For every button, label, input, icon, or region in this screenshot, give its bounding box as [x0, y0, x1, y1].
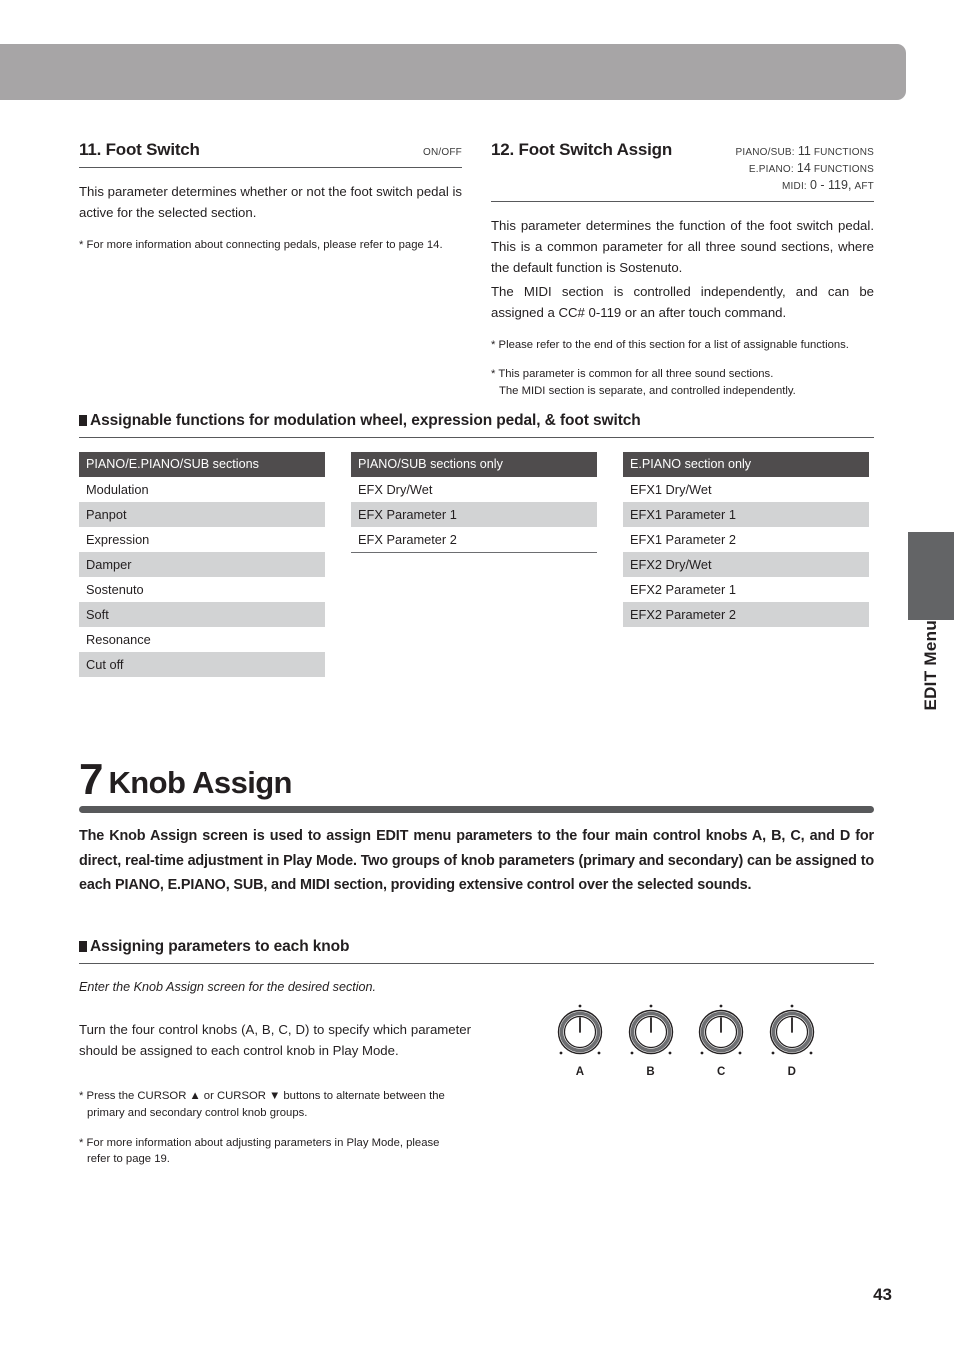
- knob-icon: [557, 1004, 603, 1055]
- knob-icon: [699, 1004, 744, 1055]
- bullet-square-icon: [79, 941, 87, 952]
- table-row: EFX2 Parameter 1: [630, 582, 736, 597]
- section-header: 11. Foot Switch ON/OFF: [79, 140, 462, 166]
- assignable-functions-heading: Assignable functions for modulation whee…: [79, 412, 874, 437]
- table-row: EFX Parameter 2: [358, 532, 457, 547]
- assigning-italic-line: Enter the Knob Assign screen for the des…: [79, 980, 377, 994]
- table-row: Resonance: [86, 632, 151, 647]
- range-unit: FUNCTIONS: [813, 163, 874, 175]
- chapter-name: Knob Assign: [108, 765, 292, 801]
- chapter-intro-paragraph: The Knob Assign screen is used to assign…: [79, 828, 874, 893]
- footnote-line-1: * For more information about adjusting p…: [79, 1136, 440, 1149]
- assigning-footnote-1: * Press the CURSOR ▲ or CURSOR ▼ buttons…: [79, 1088, 471, 1122]
- knob-label: C: [717, 1066, 726, 1078]
- assignable-functions-heading-text: Assignable functions for modulation whee…: [90, 412, 641, 429]
- section-footnote-2: * This parameter is common for all three…: [491, 366, 874, 400]
- range-line-piano-sub: PIANO/SUB: 11 FUNCTIONS: [736, 143, 875, 160]
- side-tab: EDIT Menu: [908, 620, 954, 800]
- document-page: 11. Foot Switch ON/OFF This parameter de…: [0, 0, 954, 1350]
- footnote-line-1: * Press the CURSOR ▲ or CURSOR ▼ buttons…: [79, 1089, 445, 1102]
- section-title: 11. Foot Switch: [79, 140, 200, 159]
- table-row: EFX2 Dry/Wet: [623, 552, 869, 577]
- knob-unit-a: A: [552, 998, 608, 1088]
- range-label: E.PIANO:: [748, 163, 794, 175]
- knob-icon: [628, 1004, 673, 1055]
- range-value: 14: [796, 160, 811, 175]
- section-footnote: * For more information about connecting …: [79, 238, 443, 251]
- table-bottom-rule: [351, 552, 597, 553]
- knob-unit-b: B: [623, 998, 679, 1088]
- range-value: 11: [797, 144, 811, 158]
- range-label: MIDI:: [782, 180, 807, 192]
- footnote-line-2: The MIDI section is separate, and contro…: [499, 385, 796, 398]
- section-title: 12. Foot Switch Assign: [491, 140, 673, 159]
- section-header: 12. Foot Switch Assign PIANO/SUB: 11 FUN…: [491, 140, 874, 200]
- table-header: PIANO/SUB sections only: [351, 452, 597, 477]
- table-row: Modulation: [86, 482, 149, 497]
- table-row: EFX1 Parameter 1: [623, 502, 869, 527]
- section-paragraph-1: This parameter determines the function o…: [491, 217, 874, 276]
- knob-unit-d: D: [764, 998, 820, 1088]
- section-paragraph: This parameter determines whether or not…: [79, 184, 462, 221]
- side-tab-label: EDIT Menu: [921, 620, 940, 711]
- page-number: 43: [873, 1285, 892, 1304]
- knob-icon: [769, 1004, 815, 1055]
- assigning-parameters-text: Enter the Knob Assign screen for the des…: [79, 978, 471, 1168]
- assigning-parameters-block: Assigning parameters to each knob: [79, 938, 874, 964]
- section-paragraph-2: The MIDI section is controlled independe…: [491, 283, 874, 321]
- range-line-midi: MIDI: 0 - 119, AFT: [736, 177, 875, 194]
- control-knobs-figure: A B C D: [552, 998, 820, 1088]
- footnote-line-1: * This parameter is common for all three…: [491, 368, 774, 381]
- section-value-range: PIANO/SUB: 11 FUNCTIONS E.PIANO: 14 FUNC…: [736, 143, 875, 194]
- table-row: EFX1 Parameter 2: [630, 532, 736, 547]
- table-row: Expression: [86, 532, 150, 547]
- range-line-epiano: E.PIANO: 14 FUNCTIONS: [736, 160, 875, 177]
- assignable-functions-tables: PIANO/E.PIANO/SUB sections Modulation Pa…: [79, 452, 874, 677]
- knob-label: A: [575, 1066, 585, 1078]
- table-header: E.PIANO section only: [623, 452, 869, 477]
- assigning-parameters-heading-text: Assigning parameters to each knob: [90, 938, 350, 955]
- section-value-range: ON/OFF: [423, 147, 462, 158]
- table-row: Damper: [79, 552, 325, 577]
- table-row: EFX Dry/Wet: [358, 482, 433, 497]
- chapter-title: 7 Knob Assign: [79, 755, 874, 804]
- table-header: PIANO/E.PIANO/SUB sections: [79, 452, 325, 477]
- table-piano-sub-only: PIANO/SUB sections only EFX Dry/Wet EFX …: [351, 452, 597, 677]
- table-row: Cut off: [79, 652, 325, 677]
- section-foot-switch-assign: 12. Foot Switch Assign PIANO/SUB: 11 FUN…: [491, 140, 874, 400]
- assigning-footnote-2: * For more information about adjusting p…: [79, 1135, 471, 1169]
- table-piano-epiano-sub: PIANO/E.PIANO/SUB sections Modulation Pa…: [79, 452, 325, 677]
- range-unit: FUNCTIONS: [813, 147, 874, 158]
- table-row: EFX2 Parameter 2: [623, 602, 869, 627]
- bullet-square-icon: [79, 415, 87, 426]
- chapter-divider-bar: [79, 806, 874, 814]
- range-unit: AFT: [854, 180, 874, 192]
- section-foot-switch: 11. Foot Switch ON/OFF This parameter de…: [79, 140, 462, 254]
- top-banner: [0, 44, 906, 100]
- table-row: EFX1 Dry/Wet: [630, 482, 712, 497]
- table-row: Sostenuto: [86, 582, 144, 597]
- assignable-functions-block: Assignable functions for modulation whee…: [79, 412, 874, 677]
- heading-divider: [79, 437, 874, 438]
- knob-label: D: [787, 1066, 797, 1078]
- assigning-paragraph: Turn the four control knobs (A, B, C, D)…: [79, 1021, 471, 1059]
- chapter-knob-assign: 7 Knob Assign The Knob Assign screen is …: [79, 755, 874, 897]
- header-divider: [79, 167, 462, 168]
- assigning-parameters-heading: Assigning parameters to each knob: [79, 938, 874, 963]
- section-footnote-1: * Please refer to the end of this sectio…: [491, 338, 849, 351]
- footnote-line-2: primary and secondary control knob group…: [87, 1106, 308, 1119]
- heading-divider: [79, 963, 874, 964]
- footnote-line-2: refer to page 19.: [87, 1153, 170, 1166]
- table-row: Soft: [79, 602, 325, 627]
- knob-label: B: [646, 1066, 655, 1078]
- range-value: 0 - 119,: [809, 177, 852, 192]
- side-tab-marker: [908, 532, 954, 620]
- chapter-number: 7: [79, 755, 104, 804]
- range-label: PIANO/SUB:: [735, 147, 795, 158]
- table-epiano-only: E.PIANO section only EFX1 Dry/Wet EFX1 P…: [623, 452, 869, 677]
- header-divider: [491, 200, 874, 202]
- table-row: Panpot: [79, 502, 325, 527]
- table-row: EFX Parameter 1: [351, 502, 597, 527]
- knob-unit-c: C: [693, 998, 749, 1088]
